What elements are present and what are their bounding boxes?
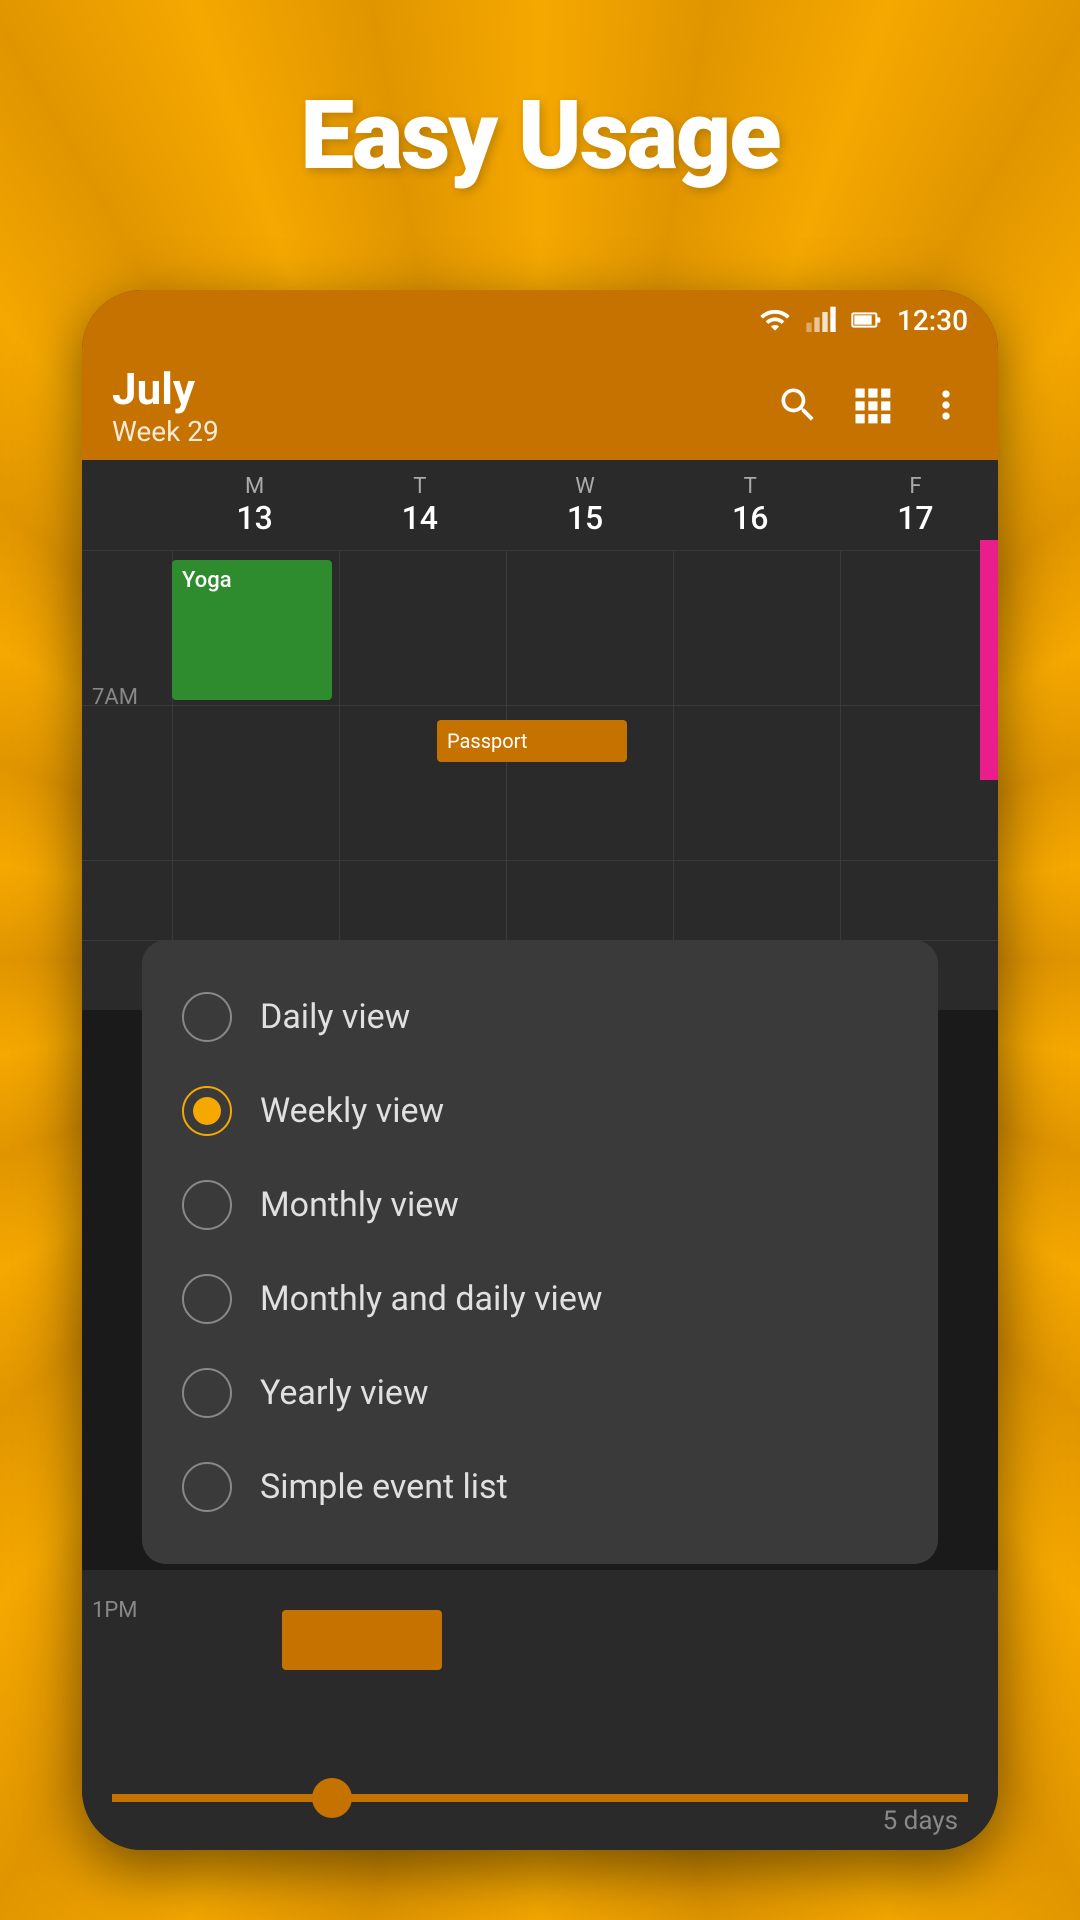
passport-event[interactable]: Passport [437, 720, 627, 762]
radio-circle-monthly [182, 1180, 232, 1230]
app-header: July Week 29 [82, 350, 998, 460]
radio-item-simple-list[interactable]: Simple event list [142, 1440, 938, 1534]
battery-icon [851, 304, 883, 336]
radio-label-daily: Daily view [260, 997, 410, 1037]
day-header-wed: W 15 [502, 474, 667, 537]
radio-item-daily[interactable]: Daily view [142, 970, 938, 1064]
day-letter-tue: T [413, 474, 426, 499]
day-letter-fri: F [909, 474, 921, 499]
radio-item-yearly[interactable]: Yearly view [142, 1346, 938, 1440]
radio-label-simple-list: Simple event list [260, 1467, 508, 1507]
radio-label-weekly: Weekly view [260, 1091, 444, 1131]
day-header-mon: M 13 [172, 474, 337, 537]
day-num-wed: 15 [567, 499, 603, 537]
day-letter-thu: T [744, 474, 757, 499]
yoga-event-label: Yoga [182, 568, 232, 593]
radio-item-monthly-daily[interactable]: Monthly and daily view [142, 1252, 938, 1346]
header-title-area: July Week 29 [112, 363, 219, 448]
radio-circle-daily [182, 992, 232, 1042]
radio-circle-weekly [182, 1086, 232, 1136]
grid-line [82, 860, 998, 861]
signal-icon [805, 304, 837, 336]
header-actions [776, 383, 968, 427]
bottom-calendar-area: 1PM 5 days [82, 1570, 998, 1850]
pink-sidebar-bar [980, 540, 998, 780]
day-header-tue: T 14 [337, 474, 502, 537]
view-selector-dialog: Daily view Weekly view Monthly view Mont… [142, 940, 938, 1564]
time-7am-label: 7AM [92, 685, 138, 710]
day-header-fri: F 17 [833, 474, 998, 537]
radio-inner-weekly [193, 1097, 221, 1125]
day-letter-mon: M [245, 474, 264, 499]
status-icons: 12:30 [759, 304, 968, 337]
status-time: 12:30 [897, 304, 968, 337]
day-num-thu: 16 [732, 499, 768, 537]
page-title: Easy Usage [0, 80, 1080, 192]
radio-label-yearly: Yearly view [260, 1373, 429, 1413]
radio-circle-simple-list [182, 1462, 232, 1512]
header-week: Week 29 [112, 415, 219, 448]
radio-item-monthly[interactable]: Monthly view [142, 1158, 938, 1252]
header-month: July [112, 363, 219, 415]
passport-event-label: Passport [447, 729, 527, 753]
more-icon[interactable] [924, 383, 968, 427]
day-letter-wed: W [575, 474, 595, 499]
days-slider-track[interactable] [112, 1794, 968, 1802]
phone-frame: 12:30 July Week 29 M 13 [82, 290, 998, 1850]
search-icon[interactable] [776, 383, 820, 427]
status-bar: 12:30 [82, 290, 998, 350]
day-num-fri: 17 [897, 499, 933, 537]
calendar-day-headers: M 13 T 14 W 15 T 16 F 17 [82, 460, 998, 550]
day-num-tue: 14 [402, 499, 438, 537]
radio-circle-yearly [182, 1368, 232, 1418]
radio-label-monthly-daily: Monthly and daily view [260, 1279, 602, 1319]
days-slider-thumb[interactable] [312, 1778, 352, 1818]
radio-item-weekly[interactable]: Weekly view [142, 1064, 938, 1158]
day-header-thu: T 16 [668, 474, 833, 537]
grid-line [82, 705, 998, 706]
time-1pm-label: 1PM [92, 1598, 137, 1623]
days-slider-label: 5 days [883, 1806, 958, 1836]
radio-label-monthly: Monthly view [260, 1185, 459, 1225]
wifi-icon [759, 304, 791, 336]
day-num-mon: 13 [236, 499, 272, 537]
grid-icon[interactable] [850, 383, 894, 427]
yoga-event[interactable]: Yoga [172, 560, 332, 700]
orange-event-block[interactable] [282, 1610, 442, 1670]
radio-circle-monthly-daily [182, 1274, 232, 1324]
grid-line [82, 550, 998, 551]
